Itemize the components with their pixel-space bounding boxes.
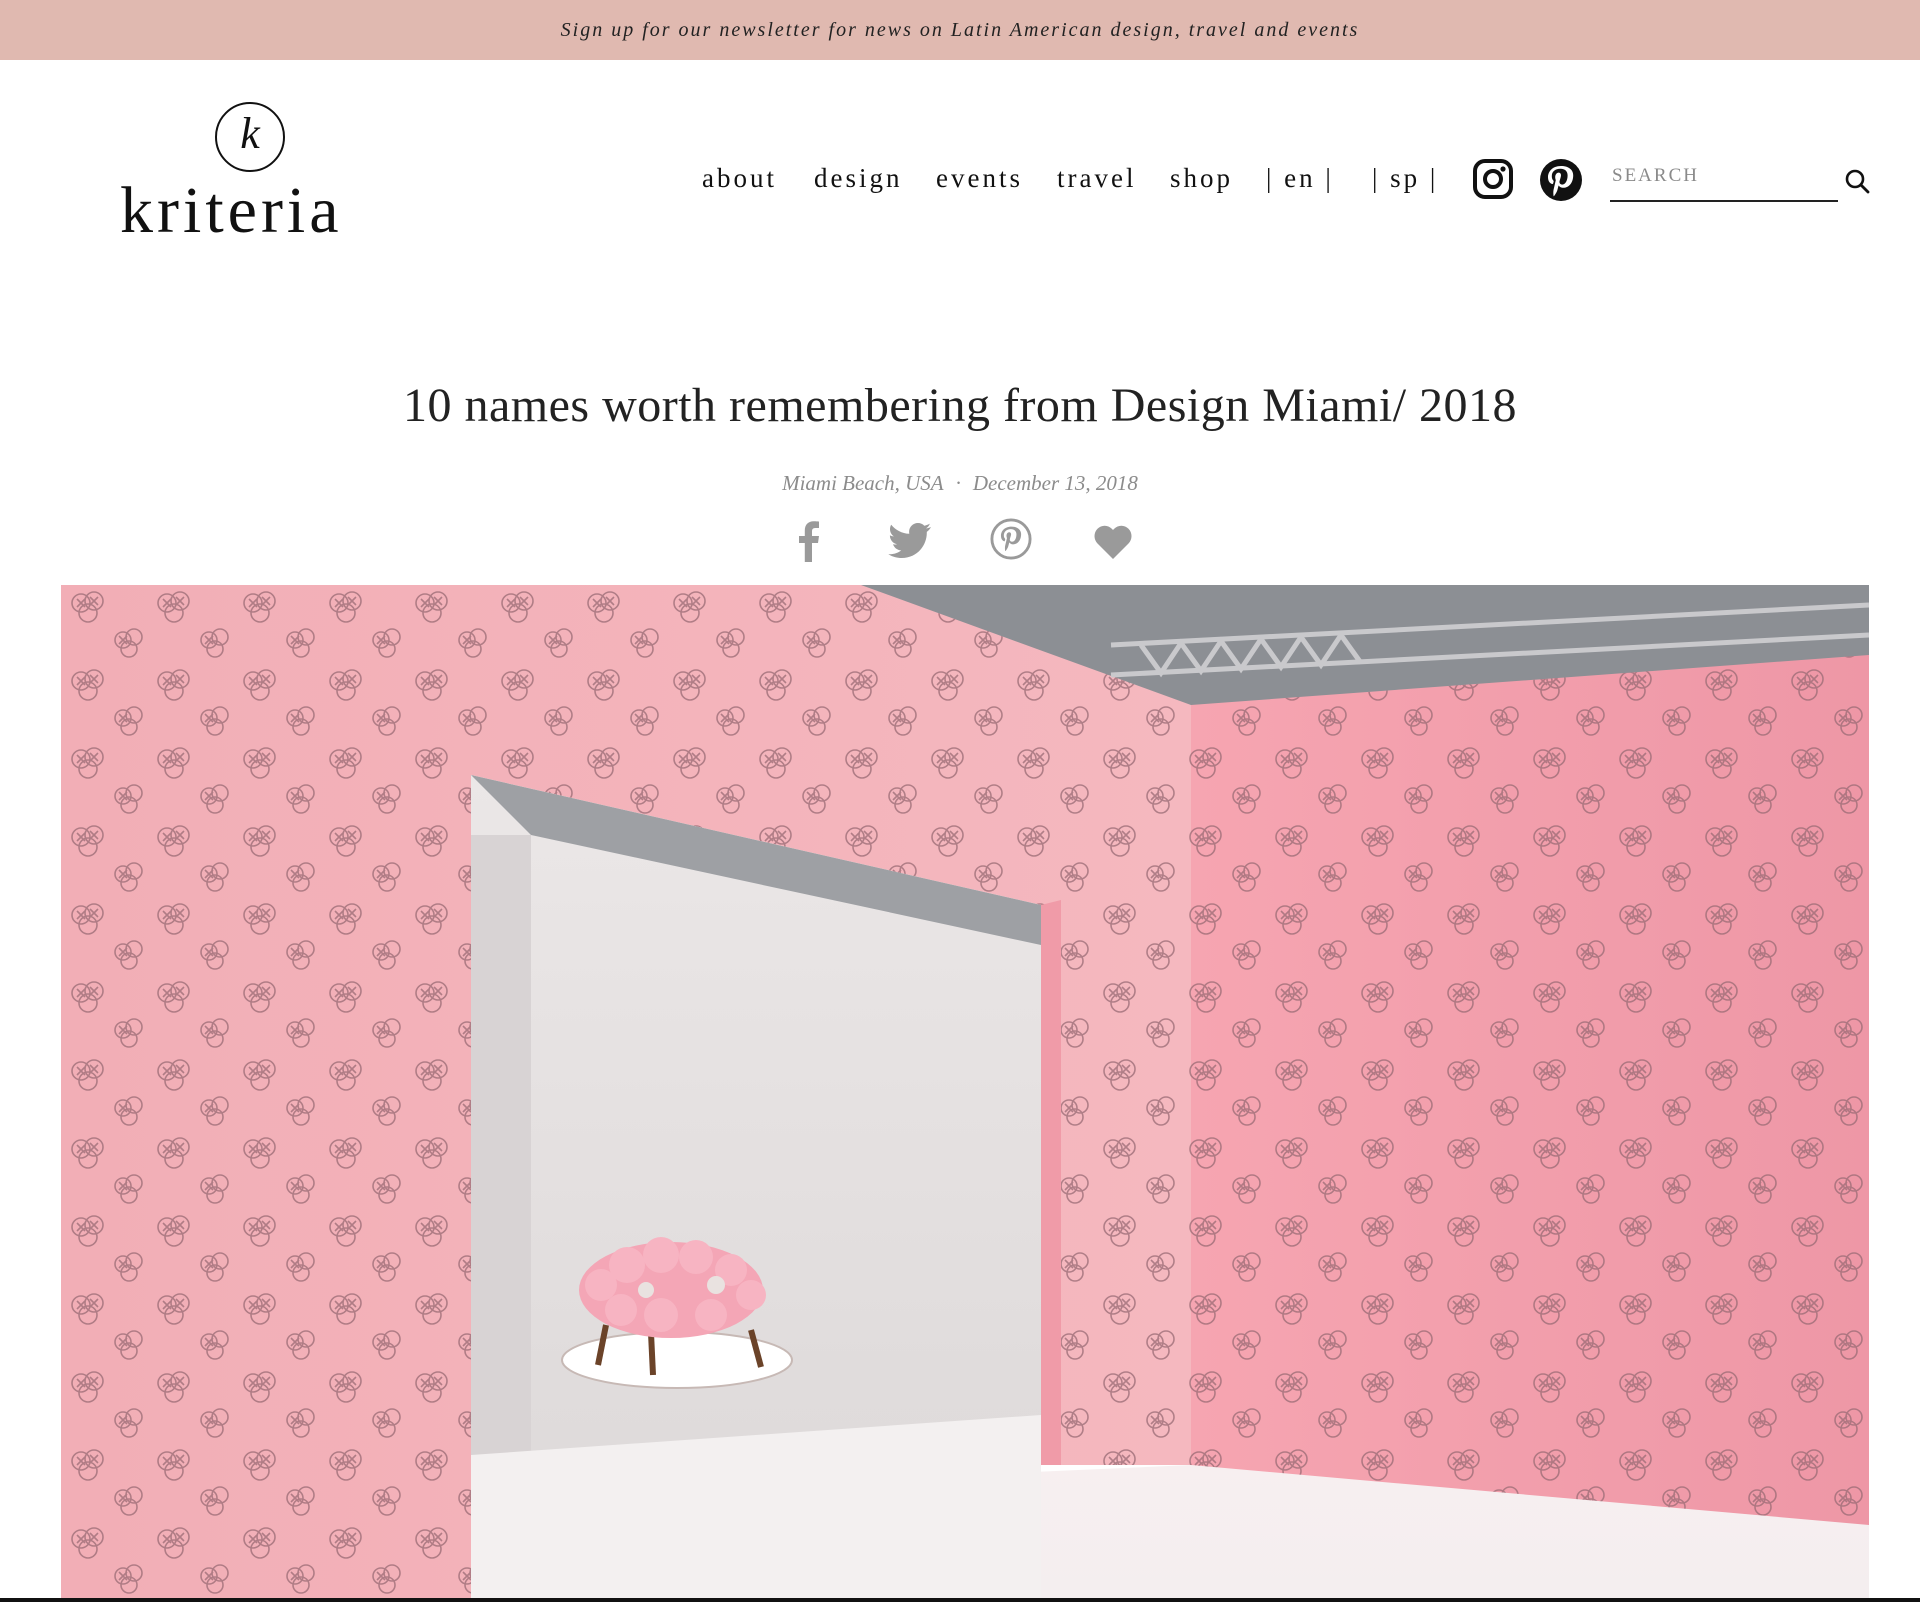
nav-item-design[interactable]: design xyxy=(814,163,903,194)
site-logo[interactable]: k kriteria xyxy=(120,100,390,260)
nav-lang-en[interactable]: | en | xyxy=(1266,163,1334,194)
nav-item-shop[interactable]: shop xyxy=(1170,163,1233,194)
newsletter-banner-text[interactable]: Sign up for our newsletter for news on L… xyxy=(561,19,1360,42)
nav-item-about[interactable]: about xyxy=(702,163,777,194)
search-field-wrapper xyxy=(1610,160,1838,202)
nav-lang-sp[interactable]: | sp | xyxy=(1372,163,1438,194)
logo-wordmark: kriteria xyxy=(120,174,343,247)
instagram-icon[interactable] xyxy=(1472,158,1514,205)
pinterest-icon[interactable] xyxy=(1539,158,1583,207)
meta-separator: · xyxy=(955,471,961,495)
hero-scene xyxy=(61,585,1869,1602)
article-date: December 13, 2018 xyxy=(972,471,1138,495)
article-meta: Miami Beach, USA · December 13, 2018 xyxy=(0,471,1920,496)
twitter-icon[interactable] xyxy=(888,522,932,565)
newsletter-banner[interactable]: Sign up for our newsletter for news on L… xyxy=(0,0,1920,60)
pinterest-share-icon[interactable] xyxy=(990,518,1032,565)
nav-item-travel[interactable]: travel xyxy=(1057,163,1136,194)
search-icon[interactable] xyxy=(1844,168,1870,199)
logo-monogram: k xyxy=(240,109,260,158)
hero-image xyxy=(61,585,1869,1602)
logo-monogram-circle: k xyxy=(215,102,285,172)
heart-icon[interactable] xyxy=(1093,524,1133,565)
article-location: Miami Beach, USA xyxy=(782,471,944,495)
nav-item-events[interactable]: events xyxy=(936,163,1023,194)
search-input[interactable] xyxy=(1610,160,1834,192)
facebook-icon[interactable] xyxy=(794,518,822,567)
article-title: 10 names worth remembering from Design M… xyxy=(402,379,1518,432)
bottom-border xyxy=(0,1598,1920,1602)
